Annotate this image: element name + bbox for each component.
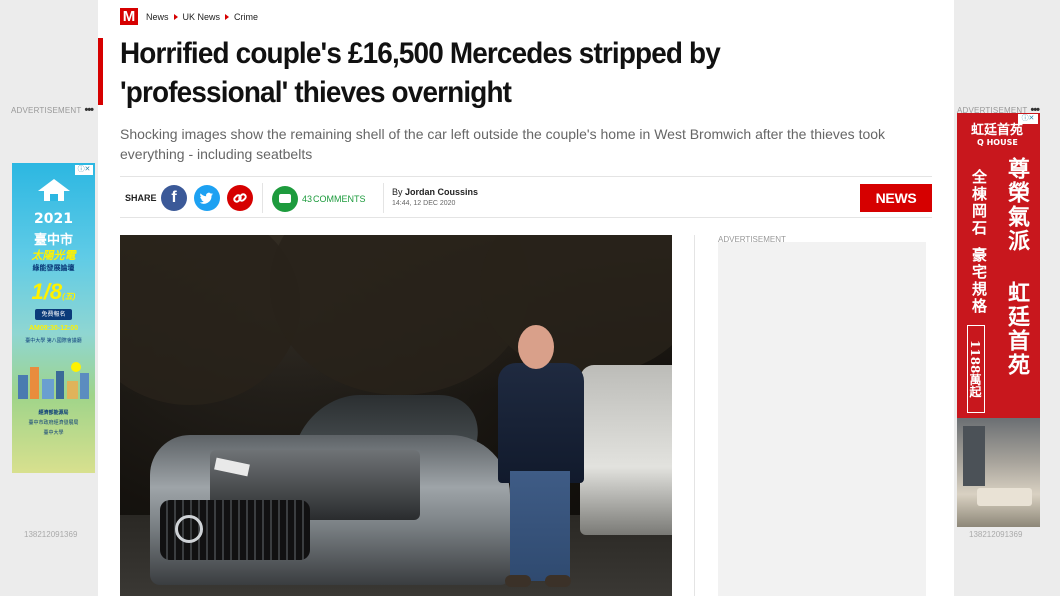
right-banner-ad[interactable]: ⓘ✕ 虹廷首苑 Q HOUSE 尊榮氣派 虹廷首苑 全棟岡石 豪宅規格 1188… xyxy=(957,113,1040,527)
ad-venue: 臺中大學 第八國際會議廳 xyxy=(25,338,82,344)
sidebar-divider xyxy=(694,235,695,596)
byline: By Jordan Coussins xyxy=(392,187,479,197)
author-link[interactable]: Jordan Coussins xyxy=(405,187,478,197)
publish-date: 14:44, 12 DEC 2020 xyxy=(392,200,456,207)
site-logo[interactable]: M xyxy=(120,8,138,25)
comments-link[interactable]: 43COMMENTS xyxy=(302,194,366,204)
breadcrumb-uk-news[interactable]: UK News xyxy=(183,12,221,22)
breadcrumb-news[interactable]: News xyxy=(146,12,169,22)
man-figure xyxy=(498,363,584,483)
ad-options-icon[interactable]: ••• xyxy=(84,104,94,116)
ad-city: 臺中市 xyxy=(33,233,73,248)
article-headline: Horrified couple's £16,500 Mercedes stri… xyxy=(120,37,721,109)
ad-brand-logo: 虹廷首苑 xyxy=(971,123,1024,138)
left-ad-rail: ADVERTISEMENT ••• ⓘ✕ 2021 臺中市 太陽光電 綠能發展論壇… xyxy=(0,0,98,596)
share-label: SHARE xyxy=(125,193,157,203)
sidebar-ad-slot[interactable] xyxy=(718,242,926,596)
article-standfirst: Shocking images show the remaining shell… xyxy=(120,126,886,162)
ad-headline: 太陽光電 xyxy=(31,249,76,262)
ad-id-left: 138212091369 xyxy=(24,530,78,539)
meta-divider xyxy=(262,183,263,213)
ad-id-right: 138212091369 xyxy=(969,530,1023,539)
facebook-share-icon[interactable]: f xyxy=(161,185,187,211)
van-shape xyxy=(580,365,672,535)
ad-footer-3: 臺中大學 xyxy=(43,430,64,436)
article-page: M News UK News Crime Horrified couple's … xyxy=(98,0,954,596)
headline-accent-bar xyxy=(98,38,103,105)
ad-price: 1188萬起 xyxy=(967,325,985,413)
ad-close-icon[interactable]: ⓘ✕ xyxy=(75,165,93,175)
ad-date: 1/8(五) xyxy=(31,279,76,304)
copy-link-icon[interactable] xyxy=(227,185,253,211)
left-banner-ad[interactable]: ⓘ✕ 2021 臺中市 太陽光電 綠能發展論壇 1/8(五) 免費報名 AM09… xyxy=(12,163,95,473)
house-icon xyxy=(38,179,70,201)
breadcrumb-arrow-icon xyxy=(225,13,230,20)
section-badge[interactable]: NEWS xyxy=(860,184,932,212)
article-hero-image[interactable] xyxy=(120,235,672,596)
ad-footer-1: 經濟部能源局 xyxy=(38,410,69,416)
ad-time: AM09:30-12:00 xyxy=(28,325,79,332)
ad-footer-2: 臺中市政府經濟發展局 xyxy=(28,420,79,426)
twitter-share-icon[interactable] xyxy=(194,185,220,211)
ad-slogan-4: 豪宅規格 xyxy=(970,247,988,315)
meta-divider xyxy=(383,183,384,213)
ad-year: 2021 xyxy=(34,211,73,227)
city-illustration xyxy=(18,362,89,399)
ad-register-button[interactable]: 免費報名 xyxy=(35,309,72,320)
ad-brand-en: Q HOUSE xyxy=(977,138,1018,147)
ad-slogan-2: 虹廷首苑 xyxy=(1004,281,1030,377)
comment-bubble-icon[interactable] xyxy=(272,186,298,212)
article-meta-bar: SHARE f 43COMMENTS By Jordan Coussins 14… xyxy=(120,176,932,218)
ad-slogan-3: 全棟岡石 xyxy=(970,169,988,237)
breadcrumb-arrow-icon xyxy=(173,13,178,20)
breadcrumb: M News UK News Crime xyxy=(120,8,262,25)
mercedes-star-icon xyxy=(175,515,203,543)
ad-slogan-1: 尊榮氣派 xyxy=(1004,157,1030,253)
ad-subline: 綠能發展論壇 xyxy=(32,264,75,272)
ad-label-left: ADVERTISEMENT ••• xyxy=(11,104,94,116)
ad-interior-photo xyxy=(957,418,1040,527)
breadcrumb-crime[interactable]: Crime xyxy=(234,12,258,22)
